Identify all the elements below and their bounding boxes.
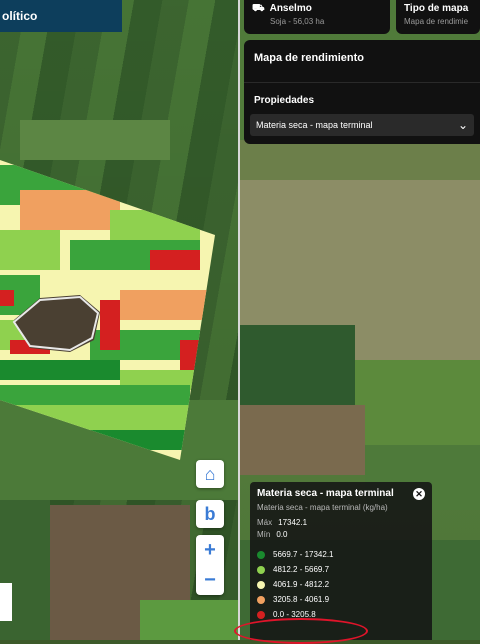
minus-icon: − bbox=[204, 568, 216, 591]
bing-maps-button[interactable]: b bbox=[196, 500, 224, 528]
map-type-value: Mapa de rendimie bbox=[404, 17, 469, 26]
left-map-panel[interactable]: olítico ⌂ b + − bbox=[0, 0, 240, 640]
legend-items: 5669.7 - 17342.1 4812.2 - 5669.7 4061.9 - … bbox=[257, 547, 425, 622]
home-extent-button[interactable]: ⌂ bbox=[196, 460, 224, 488]
field-selector-card[interactable]: ⛟ Anselmo Soja - 56,03 ha bbox=[244, 0, 390, 34]
property-select-value: Materia seca - mapa terminal bbox=[256, 120, 373, 130]
legend-item: 4812.2 - 5669.7 bbox=[257, 562, 425, 577]
plus-icon: + bbox=[204, 538, 216, 561]
max-label: Máx bbox=[257, 518, 273, 527]
min-value: 0.0 bbox=[276, 530, 288, 539]
legend-max: Máx 17342.1 bbox=[257, 517, 425, 529]
map-legend: Materia seca - mapa terminal ✕ Materia s… bbox=[250, 482, 432, 640]
legend-color-swatch bbox=[257, 550, 265, 559]
legend-range-label: 4812.2 - 5669.7 bbox=[273, 565, 330, 574]
zoom-in-button[interactable]: + bbox=[196, 535, 224, 565]
legend-range-label: 4061.9 - 4812.2 bbox=[273, 580, 330, 589]
chevron-down-icon: ⌄ bbox=[457, 118, 468, 132]
highlight-ellipse bbox=[234, 618, 368, 644]
map-type-card[interactable]: Tipo de mapa Mapa de rendimie bbox=[396, 0, 480, 34]
legend-min: Mín 0.0 bbox=[257, 529, 425, 541]
legend-range-label: 5669.7 - 17342.1 bbox=[273, 550, 334, 559]
field-patch bbox=[240, 140, 480, 180]
top-tab[interactable]: olítico bbox=[0, 0, 122, 32]
zoom-out-button[interactable]: − bbox=[196, 565, 224, 595]
top-tab-label: olítico bbox=[2, 9, 38, 23]
max-value: 17342.1 bbox=[278, 518, 308, 527]
min-label: Mín bbox=[257, 530, 271, 539]
field-name: Anselmo bbox=[269, 3, 312, 14]
legend-item: 5669.7 - 17342.1 bbox=[257, 547, 425, 562]
properties-label: Propiedades bbox=[254, 95, 315, 106]
legend-range-label: 3205.8 - 4061.9 bbox=[273, 595, 330, 604]
legend-color-swatch bbox=[257, 565, 265, 574]
map-type-title: Tipo de mapa bbox=[404, 3, 469, 14]
zoom-controls: + − bbox=[196, 535, 224, 595]
yield-panel-title: Mapa de rendimiento bbox=[244, 40, 480, 83]
property-select[interactable]: Materia seca - mapa terminal ⌄ bbox=[250, 114, 474, 136]
close-icon[interactable]: ✕ bbox=[413, 488, 425, 500]
legend-color-swatch bbox=[257, 610, 265, 619]
side-panel-tab[interactable] bbox=[0, 583, 12, 621]
bing-icon: b bbox=[204, 503, 216, 524]
field-patch bbox=[240, 405, 365, 475]
legend-item: 3205.8 - 4061.9 bbox=[257, 592, 425, 607]
field-crop-area: Soja - 56,03 ha bbox=[270, 17, 325, 26]
legend-subtitle: Materia seca - mapa terminal (kg/ha) bbox=[257, 503, 388, 512]
legend-item: 4061.9 - 4812.2 bbox=[257, 577, 425, 592]
yield-map-panel: Mapa de rendimiento Propiedades Materia … bbox=[244, 40, 480, 144]
field-patch bbox=[355, 360, 480, 445]
legend-color-swatch bbox=[257, 595, 265, 604]
legend-color-swatch bbox=[257, 580, 265, 589]
tractor-icon: ⛟ bbox=[252, 3, 265, 14]
legend-title: Materia seca - mapa terminal bbox=[257, 488, 394, 499]
home-icon: ⌂ bbox=[204, 463, 216, 484]
